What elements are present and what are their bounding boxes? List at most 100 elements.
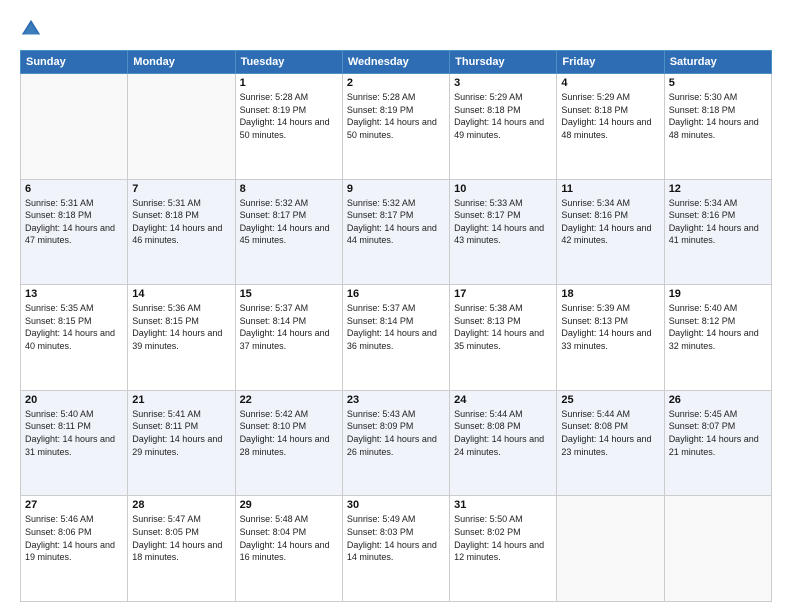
logo [20, 18, 46, 40]
day-info: Sunrise: 5:32 AMSunset: 8:17 PMDaylight:… [240, 197, 338, 247]
day-number: 10 [454, 183, 552, 195]
calendar-cell: 1Sunrise: 5:28 AMSunset: 8:19 PMDaylight… [235, 74, 342, 180]
calendar-cell [21, 74, 128, 180]
calendar-cell: 9 Sunrise: 5:32 AMSunset: 8:17 PMDaylight… [342, 179, 449, 285]
calendar-table: SundayMondayTuesdayWednesdayThursdayFrid… [20, 50, 772, 602]
day-info: Sunrise: 5:50 AMSunset: 8:02 PMDaylight:… [454, 513, 552, 563]
day-info: Sunrise: 5:37 AMSunset: 8:14 PMDaylight:… [347, 302, 445, 352]
calendar-cell [128, 74, 235, 180]
calendar-cell: 20 Sunrise: 5:40 AMSunset: 8:11 PMDayligh… [21, 390, 128, 496]
calendar-cell: 25 Sunrise: 5:44 AMSunset: 8:08 PMDayligh… [557, 390, 664, 496]
day-info: Sunrise: 5:38 AMSunset: 8:13 PMDaylight:… [454, 302, 552, 352]
day-number: 19 [669, 288, 767, 300]
day-number: 9 [347, 183, 445, 195]
day-info: Sunrise: 5:34 AMSunset: 8:16 PMDaylight:… [669, 197, 767, 247]
day-info: Sunrise: 5:33 AMSunset: 8:17 PMDaylight:… [454, 197, 552, 247]
calendar-cell: 3 Sunrise: 5:29 AMSunset: 8:18 PMDaylight… [450, 74, 557, 180]
day-number: 18 [561, 288, 659, 300]
day-number: 24 [454, 394, 552, 406]
day-number: 15 [240, 288, 338, 300]
weekday-header: Monday [128, 51, 235, 74]
day-number: 8 [240, 183, 338, 195]
calendar-cell [664, 496, 771, 602]
day-number: 25 [561, 394, 659, 406]
day-info: Sunrise: 5:46 AMSunset: 8:06 PMDaylight:… [25, 513, 123, 563]
day-number: 6 [25, 183, 123, 195]
day-info: Sunrise: 5:32 AMSunset: 8:17 PMDaylight:… [347, 197, 445, 247]
calendar-week-row: 1Sunrise: 5:28 AMSunset: 8:19 PMDaylight… [21, 74, 772, 180]
day-info: Sunrise: 5:44 AMSunset: 8:08 PMDaylight:… [454, 408, 552, 458]
day-info: Sunrise: 5:34 AMSunset: 8:16 PMDaylight:… [561, 197, 659, 247]
weekday-header: Wednesday [342, 51, 449, 74]
day-number: 20 [25, 394, 123, 406]
day-number: 31 [454, 499, 552, 511]
day-info: Sunrise: 5:29 AMSunset: 8:18 PMDaylight:… [454, 91, 552, 141]
day-number: 17 [454, 288, 552, 300]
calendar-cell: 4 Sunrise: 5:29 AMSunset: 8:18 PMDaylight… [557, 74, 664, 180]
day-number: 28 [132, 499, 230, 511]
day-info: Sunrise: 5:37 AMSunset: 8:14 PMDaylight:… [240, 302, 338, 352]
calendar-cell: 29 Sunrise: 5:48 AMSunset: 8:04 PMDayligh… [235, 496, 342, 602]
day-info: Sunrise: 5:44 AMSunset: 8:08 PMDaylight:… [561, 408, 659, 458]
day-number: 11 [561, 183, 659, 195]
weekday-header: Tuesday [235, 51, 342, 74]
day-number: 4 [561, 77, 659, 89]
calendar-cell [557, 496, 664, 602]
calendar-cell: 21 Sunrise: 5:41 AMSunset: 8:11 PMDayligh… [128, 390, 235, 496]
day-info: Sunrise: 5:28 AMSunset: 8:19 PMDaylight:… [347, 91, 445, 141]
calendar-cell: 8 Sunrise: 5:32 AMSunset: 8:17 PMDaylight… [235, 179, 342, 285]
calendar-cell: 28 Sunrise: 5:47 AMSunset: 8:05 PMDayligh… [128, 496, 235, 602]
day-info: Sunrise: 5:41 AMSunset: 8:11 PMDaylight:… [132, 408, 230, 458]
calendar-cell: 19 Sunrise: 5:40 AMSunset: 8:12 PMDayligh… [664, 285, 771, 391]
calendar-cell: 18 Sunrise: 5:39 AMSunset: 8:13 PMDayligh… [557, 285, 664, 391]
day-info: Sunrise: 5:31 AMSunset: 8:18 PMDaylight:… [25, 197, 123, 247]
day-info: Sunrise: 5:40 AMSunset: 8:11 PMDaylight:… [25, 408, 123, 458]
calendar-cell: 11 Sunrise: 5:34 AMSunset: 8:16 PMDayligh… [557, 179, 664, 285]
calendar-cell: 23 Sunrise: 5:43 AMSunset: 8:09 PMDayligh… [342, 390, 449, 496]
calendar-cell: 14Sunrise: 5:36 AMSunset: 8:15 PMDayligh… [128, 285, 235, 391]
day-number: 29 [240, 499, 338, 511]
day-number: 21 [132, 394, 230, 406]
calendar-cell: 2Sunrise: 5:28 AMSunset: 8:19 PMDaylight… [342, 74, 449, 180]
calendar-cell: 12 Sunrise: 5:34 AMSunset: 8:16 PMDayligh… [664, 179, 771, 285]
weekday-header: Thursday [450, 51, 557, 74]
day-info: Sunrise: 5:29 AMSunset: 8:18 PMDaylight:… [561, 91, 659, 141]
day-number: 3 [454, 77, 552, 89]
day-info: Sunrise: 5:36 AMSunset: 8:15 PMDaylight:… [132, 302, 230, 352]
calendar-cell: 6 Sunrise: 5:31 AMSunset: 8:18 PMDaylight… [21, 179, 128, 285]
calendar-cell: 13 Sunrise: 5:35 AMSunset: 8:15 PMDayligh… [21, 285, 128, 391]
day-info: Sunrise: 5:47 AMSunset: 8:05 PMDaylight:… [132, 513, 230, 563]
day-number: 30 [347, 499, 445, 511]
calendar-cell: 22 Sunrise: 5:42 AMSunset: 8:10 PMDayligh… [235, 390, 342, 496]
weekday-header: Friday [557, 51, 664, 74]
page: SundayMondayTuesdayWednesdayThursdayFrid… [0, 0, 792, 612]
day-info: Sunrise: 5:48 AMSunset: 8:04 PMDaylight:… [240, 513, 338, 563]
logo-icon [20, 18, 42, 40]
day-info: Sunrise: 5:31 AMSunset: 8:18 PMDaylight:… [132, 197, 230, 247]
day-info: Sunrise: 5:39 AMSunset: 8:13 PMDaylight:… [561, 302, 659, 352]
calendar-cell: 24 Sunrise: 5:44 AMSunset: 8:08 PMDayligh… [450, 390, 557, 496]
day-number: 23 [347, 394, 445, 406]
day-info: Sunrise: 5:45 AMSunset: 8:07 PMDaylight:… [669, 408, 767, 458]
day-number: 5 [669, 77, 767, 89]
day-number: 27 [25, 499, 123, 511]
calendar-cell: 15 Sunrise: 5:37 AMSunset: 8:14 PMDayligh… [235, 285, 342, 391]
day-number: 16 [347, 288, 445, 300]
day-number: 7 [132, 183, 230, 195]
calendar-cell: 26Sunrise: 5:45 AMSunset: 8:07 PMDayligh… [664, 390, 771, 496]
day-number: 12 [669, 183, 767, 195]
day-number: 22 [240, 394, 338, 406]
calendar-header-row: SundayMondayTuesdayWednesdayThursdayFrid… [21, 51, 772, 74]
calendar-cell: 5 Sunrise: 5:30 AMSunset: 8:18 PMDaylight… [664, 74, 771, 180]
day-info: Sunrise: 5:40 AMSunset: 8:12 PMDaylight:… [669, 302, 767, 352]
day-number: 13 [25, 288, 123, 300]
calendar-cell: 17 Sunrise: 5:38 AMSunset: 8:13 PMDayligh… [450, 285, 557, 391]
day-info: Sunrise: 5:49 AMSunset: 8:03 PMDaylight:… [347, 513, 445, 563]
day-info: Sunrise: 5:42 AMSunset: 8:10 PMDaylight:… [240, 408, 338, 458]
day-info: Sunrise: 5:35 AMSunset: 8:15 PMDaylight:… [25, 302, 123, 352]
calendar-cell: 27 Sunrise: 5:46 AMSunset: 8:06 PMDayligh… [21, 496, 128, 602]
weekday-header: Sunday [21, 51, 128, 74]
calendar-cell: 16 Sunrise: 5:37 AMSunset: 8:14 PMDayligh… [342, 285, 449, 391]
day-info: Sunrise: 5:43 AMSunset: 8:09 PMDaylight:… [347, 408, 445, 458]
day-info: Sunrise: 5:30 AMSunset: 8:18 PMDaylight:… [669, 91, 767, 141]
